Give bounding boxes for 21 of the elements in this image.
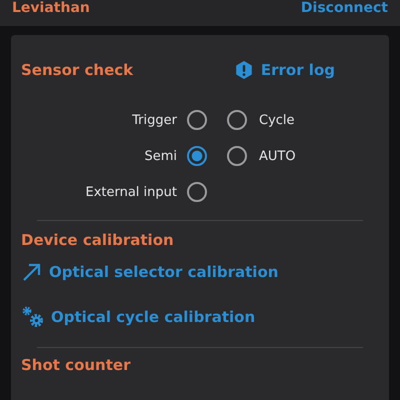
radio-button[interactable] [187, 110, 207, 130]
radio-button[interactable] [227, 146, 247, 166]
section-title: Sensor check [21, 61, 134, 79]
radio-button[interactable] [187, 146, 207, 166]
radio-label: Trigger [132, 112, 177, 128]
radio-button[interactable] [187, 182, 207, 202]
section-title: Shot counter [21, 356, 132, 374]
calibration-link[interactable]: Optical cycle calibration [21, 305, 379, 329]
radio-label: Cycle [259, 112, 296, 128]
radio-label: AUTO [259, 148, 297, 164]
error-log-button[interactable]: Error log [234, 60, 335, 80]
gears-icon [21, 305, 45, 329]
disconnect-button[interactable]: Disconnect [300, 0, 388, 16]
calibration-link[interactable]: Optical selector calibration [21, 261, 379, 283]
radio-label: External input [85, 184, 177, 200]
radio-button[interactable] [227, 110, 247, 130]
section-title: Device calibration [21, 231, 175, 249]
alert-icon [234, 60, 254, 80]
radio-label: Semi [144, 148, 177, 164]
arrow-icon [21, 261, 43, 283]
device-name: Leviathan [12, 0, 90, 16]
